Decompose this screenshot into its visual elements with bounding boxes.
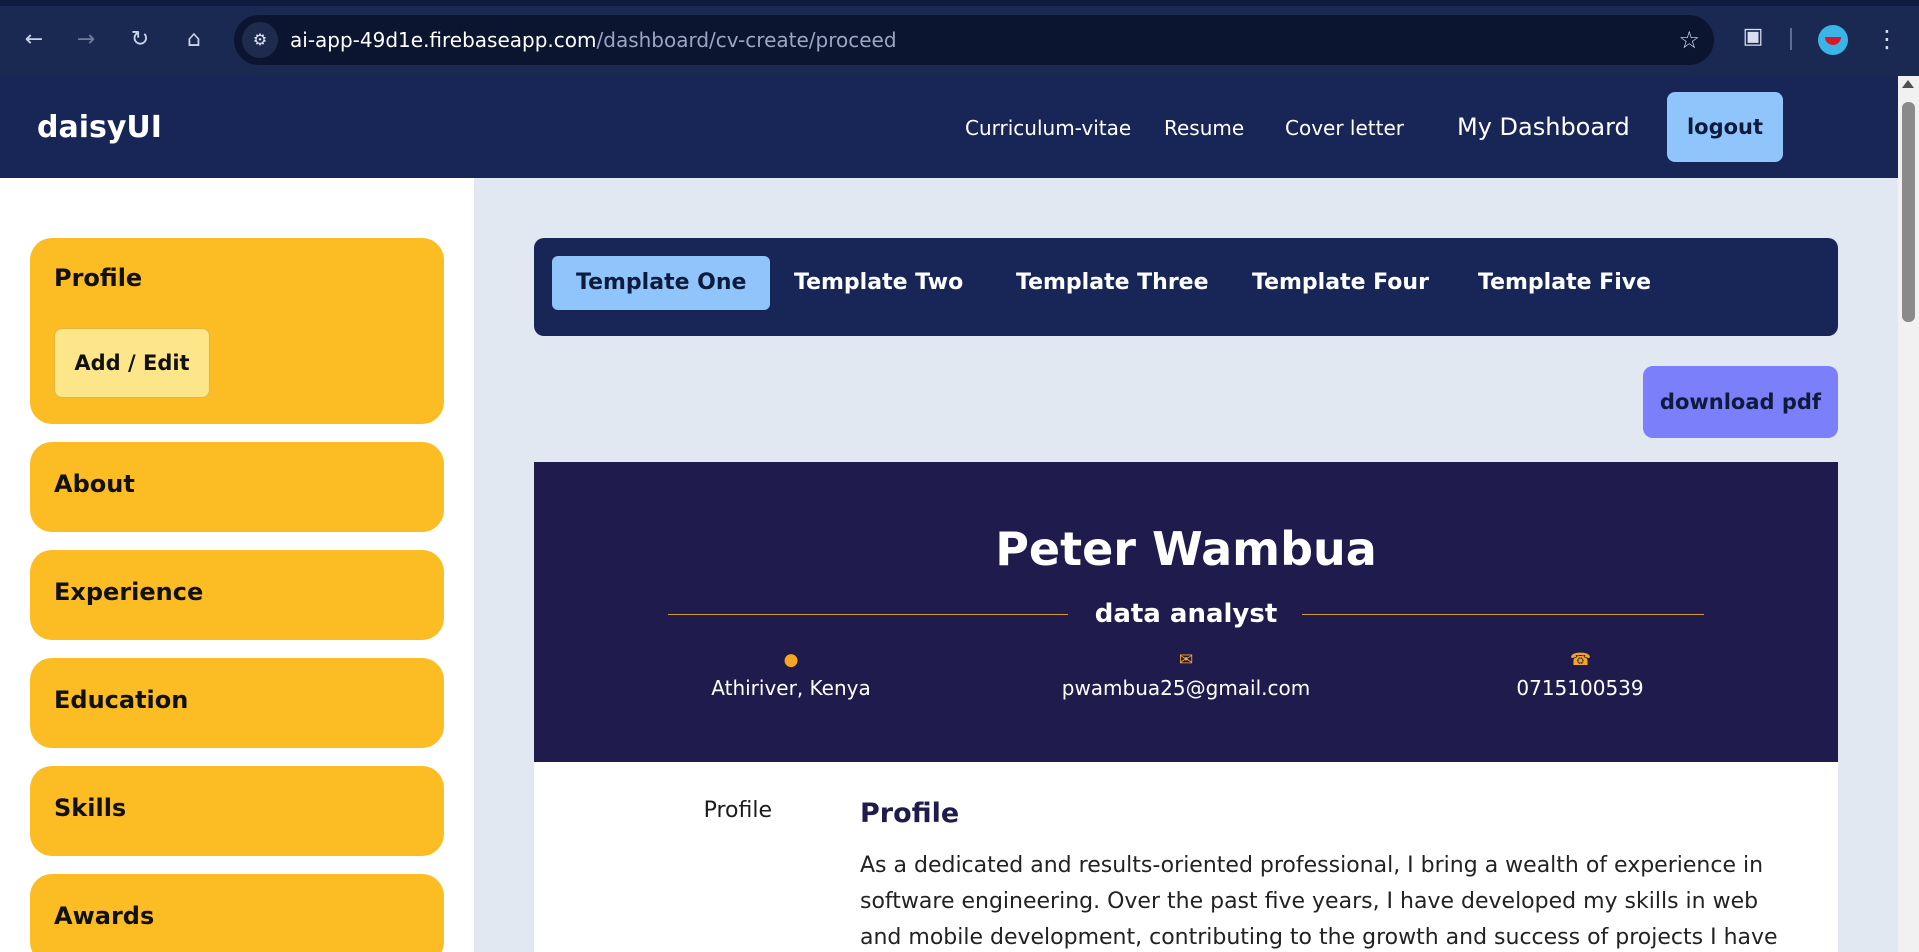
sidebar-card-profile: Profile Add / Edit xyxy=(30,238,444,424)
sidebar-item-skills[interactable]: Skills xyxy=(30,766,444,856)
address-bar[interactable]: ⚙ ai-app-49d1e.firebaseapp.com/dashboard… xyxy=(234,15,1714,65)
url-path: /dashboard/cv-create/proceed xyxy=(596,28,897,52)
nav-link-cover-letter[interactable]: Cover letter xyxy=(1285,116,1404,140)
cv-name: Peter Wambua xyxy=(995,522,1377,576)
sidebar-item-education[interactable]: Education xyxy=(30,658,444,748)
site-info-icon[interactable]: ⚙ xyxy=(242,22,278,58)
sidebar-item-about[interactable]: About xyxy=(30,442,444,532)
forward-icon[interactable]: → xyxy=(68,22,104,58)
cv-contact-phone: ☎ 0715100539 xyxy=(1430,650,1730,700)
nav-link-curriculum-vitae[interactable]: Curriculum-vitae xyxy=(965,116,1131,140)
page-scrollbar[interactable] xyxy=(1898,76,1919,952)
sidebar-item-label: Awards xyxy=(54,902,155,930)
sidebar-item-label: About xyxy=(54,470,135,498)
tab-template-one[interactable]: Template One xyxy=(552,256,771,310)
cv-body: Profile Profile As a dedicated and resul… xyxy=(534,762,1838,952)
download-pdf-button[interactable]: download pdf xyxy=(1643,366,1838,438)
menu-dots-icon[interactable]: ⋮ xyxy=(1872,22,1902,56)
sidebar-item-label: Education xyxy=(54,686,189,714)
tab-template-three[interactable]: Template Three xyxy=(1016,256,1209,310)
sidebar-item-label: Skills xyxy=(54,794,127,822)
url-text[interactable]: ai-app-49d1e.firebaseapp.com/dashboard/c… xyxy=(290,28,897,52)
logout-button[interactable]: logout xyxy=(1667,92,1783,162)
cv-phone: 0715100539 xyxy=(1516,676,1644,700)
reload-icon[interactable]: ↻ xyxy=(122,22,158,58)
scroll-thumb[interactable] xyxy=(1902,102,1915,322)
cv-side-label: Profile xyxy=(703,798,772,823)
sidebar-item-label: Experience xyxy=(54,578,204,606)
cv-email: pwambua25@gmail.com xyxy=(1061,676,1311,700)
scroll-up-icon[interactable] xyxy=(1902,80,1914,88)
cv-profile-paragraph: As a dedicated and results-oriented prof… xyxy=(860,853,1778,950)
url-host: ai-app-49d1e.firebaseapp.com xyxy=(290,28,597,52)
tab-template-five[interactable]: Template Five xyxy=(1478,256,1651,310)
cv-role: data analyst xyxy=(1094,599,1278,629)
toolbar-divider xyxy=(1790,28,1792,50)
sidebar-item-experience[interactable]: Experience xyxy=(30,550,444,640)
template-tabs: Template One Template Two Template Three… xyxy=(534,238,1838,336)
tab-strip-edge xyxy=(0,0,1919,6)
app-navbar: daisyUI Curriculum-vitae Resume Cover le… xyxy=(0,76,1898,178)
add-edit-button[interactable]: Add / Edit xyxy=(54,328,210,398)
cv-header: Peter Wambua data analyst ● Athiriver, K… xyxy=(534,462,1838,762)
nav-link-resume[interactable]: Resume xyxy=(1164,116,1244,140)
cv-location: Athiriver, Kenya xyxy=(711,676,871,700)
location-pin-icon: ● xyxy=(783,650,799,670)
browser-toolbar: ← → ↻ ⌂ ⚙ ai-app-49d1e.firebaseapp.com/d… xyxy=(0,0,1919,76)
cv-contact-email: ✉ pwambua25@gmail.com xyxy=(1036,650,1336,700)
bookmark-star-icon[interactable]: ☆ xyxy=(1678,23,1700,57)
nav-link-my-dashboard[interactable]: My Dashboard xyxy=(1457,113,1630,141)
extensions-icon[interactable]: ▣ xyxy=(1738,22,1768,52)
home-icon[interactable]: ⌂ xyxy=(176,22,212,58)
cv-contact-location: ● Athiriver, Kenya xyxy=(641,650,941,700)
phone-icon: ☎ xyxy=(1570,650,1592,670)
cv-section-title: Profile xyxy=(860,798,960,829)
envelope-icon: ✉ xyxy=(1178,650,1194,670)
sidebar: Profile Add / Edit About Experience Educ… xyxy=(0,178,474,952)
sidebar-profile-title: Profile xyxy=(54,264,143,292)
sidebar-item-awards[interactable]: Awards xyxy=(30,874,444,952)
tab-template-two[interactable]: Template Two xyxy=(794,256,963,310)
back-icon[interactable]: ← xyxy=(16,22,52,58)
brand-logo[interactable]: daisyUI xyxy=(37,110,162,145)
tab-template-four[interactable]: Template Four xyxy=(1252,256,1429,310)
profile-avatar[interactable] xyxy=(1818,25,1848,55)
